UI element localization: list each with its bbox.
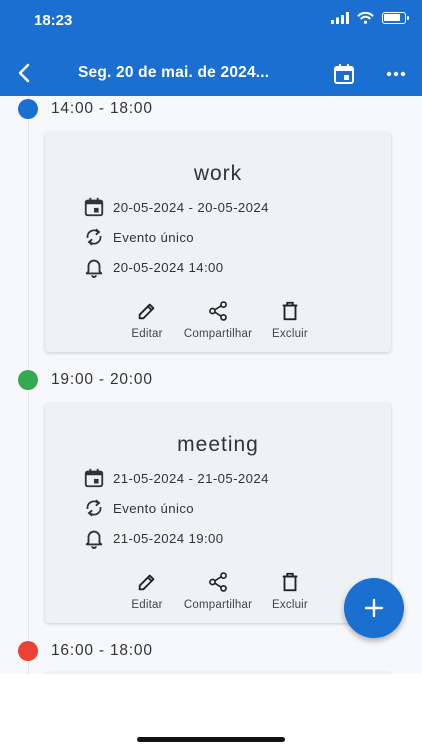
event-title: meeting — [177, 433, 259, 456]
bell-icon — [85, 259, 103, 278]
pencil-icon — [138, 574, 155, 591]
event-card[interactable]: work 20-05-2024 - 20-05-2024 Evento únic… — [45, 132, 391, 352]
event-date-row: 21-05-2024 - 21-05-2024 — [83, 467, 269, 489]
event-reminder-row: 20-05-2024 14:00 — [83, 256, 224, 278]
add-event-button[interactable] — [344, 578, 404, 638]
event-recurrence-row: Evento único — [83, 226, 194, 248]
repeat-icon — [86, 228, 102, 246]
add-icon — [364, 598, 384, 618]
delete-button[interactable]: Excluir — [245, 300, 335, 340]
event-date-row: 20-05-2024 - 20-05-2024 — [83, 196, 269, 218]
status-time: 18:23 — [34, 12, 73, 29]
repeat-icon — [86, 499, 102, 517]
toolbar-title: Seg. 20 de mai. de 2024... — [78, 64, 270, 81]
event-recurrence: Evento único — [113, 229, 195, 245]
slot-time-range: 16:00 - 18:00 — [51, 642, 153, 659]
event-reminder-row: 21-05-2024 19:00 — [83, 527, 224, 549]
event-card[interactable]: meeting 21-05-2024 - 21-05-2024 Evento ú… — [45, 403, 391, 623]
delete-label: Excluir — [272, 599, 308, 611]
calendar-icon — [84, 197, 104, 217]
event-date-range: 20-05-2024 - 20-05-2024 — [113, 199, 269, 215]
signal-icon — [331, 12, 349, 24]
calendar-icon[interactable] — [332, 62, 356, 86]
pencil-icon — [138, 303, 155, 320]
share-icon — [209, 572, 227, 592]
status-icons — [331, 12, 409, 24]
slot-time-range: 19:00 - 20:00 — [51, 371, 153, 388]
bell-icon — [85, 530, 103, 549]
trash-icon — [282, 572, 298, 592]
event-recurrence: Evento único — [113, 500, 195, 516]
time-slot-header: 19:00 - 20:00 — [18, 369, 153, 391]
slot-time-range: 14:00 - 18:00 — [51, 100, 153, 117]
wifi-icon — [357, 12, 374, 24]
event-card[interactable] — [45, 672, 391, 674]
slot-color-dot — [18, 370, 38, 390]
event-recurrence-row: Evento único — [83, 497, 194, 519]
calendar-icon — [84, 468, 104, 488]
event-title: work — [193, 162, 243, 185]
more-horizontal-icon[interactable] — [384, 62, 408, 86]
back-arrow-icon[interactable] — [14, 62, 36, 84]
battery-icon — [382, 12, 409, 24]
home-indicator — [137, 737, 285, 742]
app-bar: 18:23 Seg. 20 de mai. de 2024... — [0, 0, 422, 96]
time-slot-header: 16:00 - 18:00 — [18, 640, 153, 662]
slot-color-dot — [18, 99, 38, 119]
slot-color-dot — [18, 641, 38, 661]
share-icon — [209, 301, 227, 321]
delete-label: Excluir — [272, 328, 308, 340]
event-date-range: 21-05-2024 - 21-05-2024 — [113, 470, 269, 486]
delete-button[interactable]: Excluir — [245, 571, 335, 611]
event-reminder: 21-05-2024 19:00 — [113, 530, 224, 546]
event-reminder: 20-05-2024 14:00 — [113, 259, 224, 275]
time-slot-header: 14:00 - 18:00 — [18, 98, 153, 120]
trash-icon — [282, 301, 298, 321]
